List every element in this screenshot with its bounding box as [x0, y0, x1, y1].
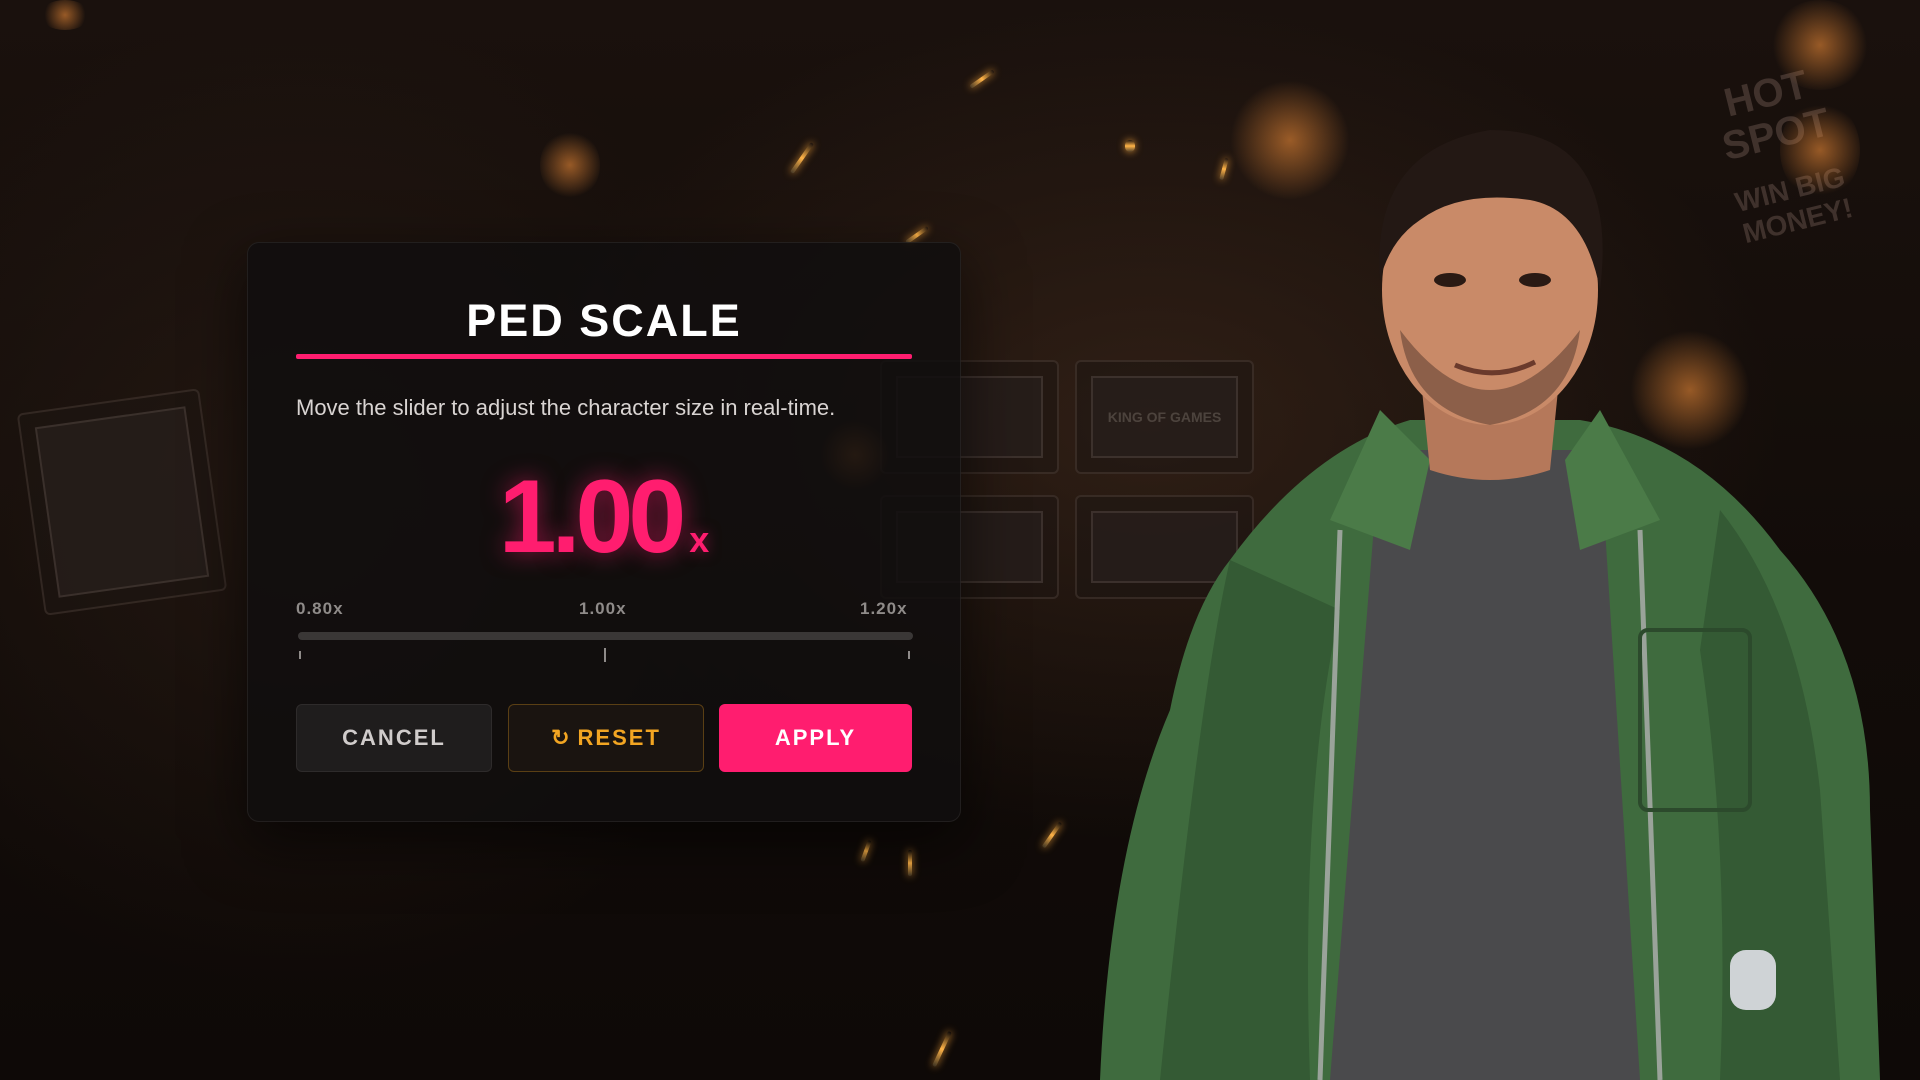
scale-value: 1.00: [498, 459, 686, 575]
slider-mid-label: 1.00x: [579, 599, 627, 618]
slider-tick-mid: [604, 648, 606, 662]
scale-unit: x: [689, 519, 710, 560]
reset-label: RESET: [577, 725, 661, 750]
scale-readout: 1.00 x: [248, 458, 960, 577]
apply-label: APPLY: [774, 725, 857, 750]
bokeh-light: [540, 130, 600, 200]
character-eye: [1434, 273, 1466, 287]
scale-slider[interactable]: [298, 632, 913, 640]
reset-button[interactable]: ↻ RESET: [508, 704, 704, 772]
ped-scale-dialog: PED SCALE Move the slider to adjust the …: [247, 242, 961, 822]
machine-screen: [34, 406, 210, 598]
slider-max-label: 1.20x: [860, 599, 908, 618]
bokeh-light: [1770, 0, 1870, 90]
character-eye: [1519, 273, 1551, 287]
cancel-label: CANCEL: [342, 725, 446, 750]
slider-min-label: 0.80x: [296, 599, 344, 618]
refresh-icon: ↻: [551, 725, 570, 750]
spark: [908, 850, 912, 876]
dialog-title: PED SCALE: [466, 295, 742, 346]
spark: [932, 1030, 952, 1068]
character-watch: [1730, 950, 1776, 1010]
slider-tick-min: [299, 651, 301, 659]
spark: [969, 69, 995, 89]
slot-machine: [16, 388, 228, 616]
spark: [790, 142, 814, 174]
apply-button[interactable]: APPLY: [719, 704, 912, 772]
title-underline: [296, 354, 912, 359]
spark: [860, 839, 872, 863]
character-illustration: [1100, 130, 1880, 1080]
slider-tick-max: [908, 651, 910, 659]
spark: [1041, 821, 1063, 849]
bokeh-light: [40, 0, 90, 30]
dialog-description: Move the slider to adjust the character …: [296, 395, 836, 420]
cancel-button[interactable]: CANCEL: [296, 704, 492, 772]
